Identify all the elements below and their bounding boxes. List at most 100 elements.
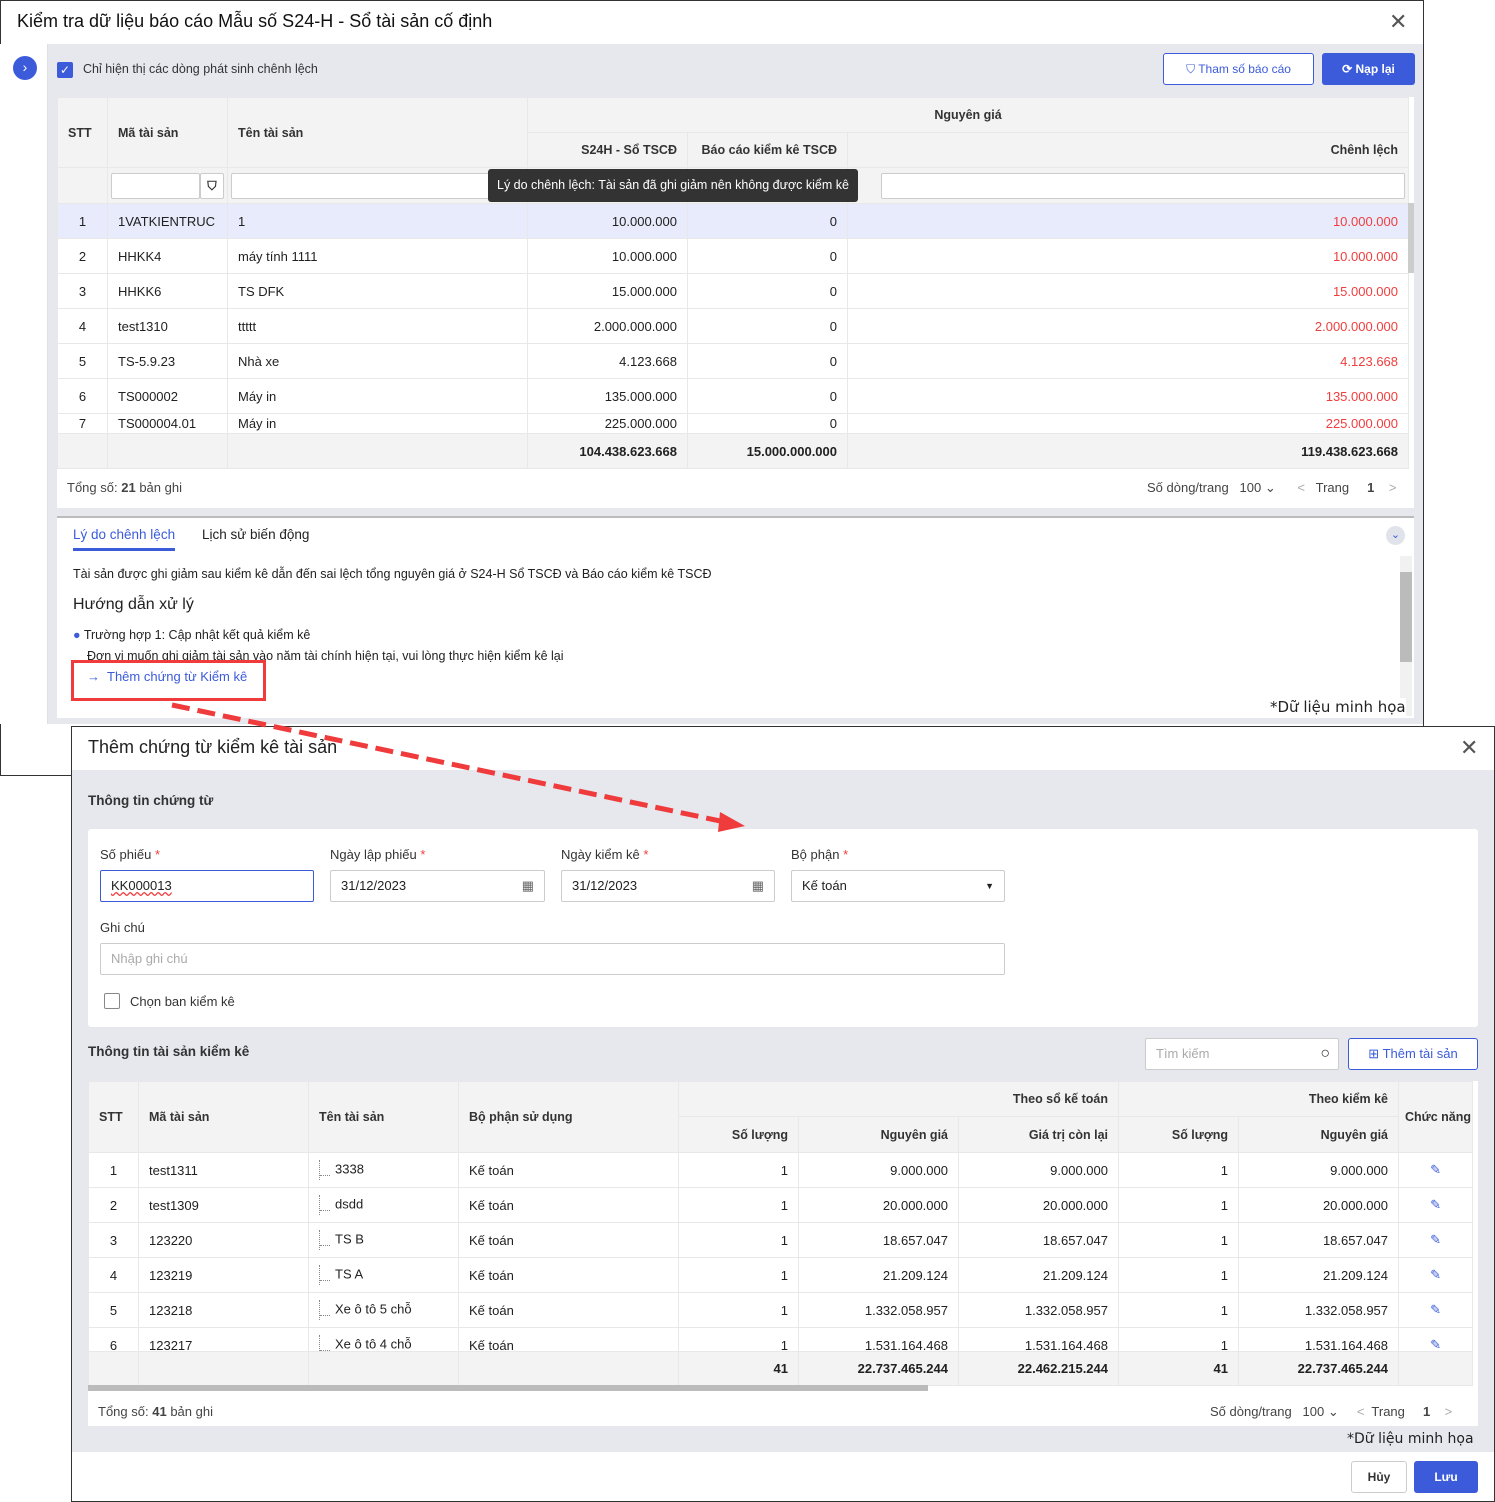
close-icon[interactable]: ✕ [1389,9,1407,35]
calendar-icon[interactable]: ▦ [752,871,764,901]
record-count: Tổng số: 21 bản ghi [67,480,182,495]
ngay-lap-input[interactable]: 31/12/2023 ▦ [330,870,545,902]
row-qty: 1 [678,1187,799,1223]
row-code: TS000004.01 [107,413,228,434]
col-qty: Số lượng [678,1116,799,1153]
table-row[interactable]: 2 HHKK4 máy tính 1111 10.000.000 0 10.000.000 [57,238,1410,274]
search-input[interactable]: Tìm kiếm ○ [1145,1038,1339,1070]
case1: ● Trường hợp 1: Cập nhật kết quả kiểm kê [73,628,311,642]
table-row[interactable]: 3 HHKK6 TS DFK 15.000.000 0 15.000.000 [57,273,1410,309]
row-code: TS000002 [107,378,228,414]
row-qty2: 1 [1118,1187,1239,1223]
page-size-select[interactable]: 100 ⌄ [1303,1404,1339,1419]
asset-grid: STT Mã tài sản Tên tài sản Bộ phận sử dụng T… [88,1081,1478,1393]
row-cost: 20.000.000 [798,1187,959,1223]
prev-page-button[interactable]: < [1357,1404,1365,1419]
row-code: 123220 [138,1222,309,1258]
total-qty2: 41 [1118,1351,1239,1386]
row-s24h: 4.123.668 [527,343,688,379]
row-stt: 7 [57,413,108,434]
code-filter-input[interactable] [111,172,200,199]
page-size-select[interactable]: 100 ⌄ [1240,480,1276,495]
row-qty2: 1 [1118,1257,1239,1293]
table-row[interactable]: 7 TS000004.01 Máy in 225.000.000 0 225.000.00… [57,413,1410,434]
col-dept: Bộ phận sử dụng [458,1081,679,1153]
row-code: test1310 [107,308,228,344]
next-page-button[interactable]: > [1389,480,1397,495]
table-row[interactable]: 2 test1309 dsdd Kế toán 1 20.000.000 20.000.00… [88,1187,1474,1223]
row-remain: 1.332.058.957 [958,1292,1119,1328]
row-code: 123219 [138,1257,309,1293]
row-name: TS DFK [227,273,528,309]
row-name: ttttt [227,308,528,344]
calendar-icon[interactable]: ▦ [522,871,534,901]
row-s24h: 10.000.000 [527,238,688,274]
add-asset-button[interactable]: ⊞ Thêm tài sản [1348,1038,1478,1070]
table-row[interactable]: 1 test1311 3338 Kế toán 1 9.000.000 9.000.000 1… [88,1152,1474,1188]
report-params-button[interactable]: ⛉ Tham số báo cáo [1163,53,1314,85]
save-button[interactable]: Lưu [1414,1461,1478,1493]
table-row[interactable]: 5 TS-5.9.23 Nhà xe 4.123.668 0 4.123.668 [57,343,1410,379]
next-page-button[interactable]: > [1445,1404,1453,1419]
table-row[interactable]: 3 123220 TS B Kế toán 1 18.657.047 18.657.047 1… [88,1222,1474,1258]
row-inventory: 0 [687,413,848,434]
table-row[interactable]: 4 test1310 ttttt 2.000.000.000 0 2.000.000.00… [57,308,1410,344]
row-qty2: 1 [1118,1222,1239,1258]
reload-button[interactable]: ⟳ Nạp lại [1322,53,1415,85]
row-inventory: 0 [687,308,848,344]
table-row[interactable]: 5 123218 Xe ô tô 5 chỗ Kế toán 1 1.332.058.95… [88,1292,1474,1328]
row-diff: 10.000.000 [846,203,1410,239]
so-phieu-input[interactable]: KK000013 [100,870,314,902]
collapse-chevron-icon[interactable]: ⌄ [1386,526,1405,545]
table-row[interactable]: 4 123219 TS A Kế toán 1 21.209.124 21.209.124 1… [88,1257,1474,1293]
col-code: Mã tài sản [138,1081,309,1153]
filter-icon[interactable]: ⛉ [200,172,224,199]
row-stt: 1 [57,203,108,239]
prev-page-button[interactable]: < [1297,480,1305,495]
so-phieu-label: Số phiếu * [100,847,161,862]
tab-history[interactable]: Lịch sử biến động [202,527,309,542]
diff-filter-input[interactable] [881,172,1406,199]
chon-ban-checkbox[interactable] [104,993,120,1009]
row-inventory: 0 [687,343,848,379]
tree-line-icon [319,1265,331,1285]
watermark: *Dữ liệu minh họa [1270,698,1406,716]
total-cost: 22.737.465.244 [798,1351,959,1386]
row-stt: 6 [57,378,108,414]
total-s24h: 104.438.623.668 [527,433,688,469]
plus-square-icon: ⊞ [1368,1046,1383,1061]
edit-icon[interactable]: ✎ [1398,1222,1474,1258]
edit-icon[interactable]: ✎ [1398,1257,1474,1293]
edit-icon[interactable]: ✎ [1398,1292,1474,1328]
tab-diff-reason[interactable]: Lý do chênh lệch [73,527,176,551]
edit-icon[interactable]: ✎ [1398,1152,1474,1188]
total-cost2: 22.737.465.244 [1238,1351,1399,1386]
cancel-button[interactable]: Hủy [1351,1461,1407,1493]
row-dept: Kế toán [458,1292,679,1328]
horizontal-scrollbar[interactable] [88,1385,928,1391]
row-inventory: 0 [687,203,848,239]
row-name: 1 [227,203,528,239]
close-icon[interactable]: ✕ [1460,735,1478,761]
row-code: test1309 [138,1187,309,1223]
bo-phan-select[interactable]: Kế toán ▼ [791,870,1005,902]
ngay-kk-input[interactable]: 31/12/2023 ▦ [561,870,775,902]
edit-icon[interactable]: ✎ [1398,1187,1474,1223]
grid-scrollbar[interactable] [1408,203,1414,273]
row-cost2: 18.657.047 [1237,1222,1400,1258]
row-cost: 9.000.000 [798,1152,959,1188]
table-row[interactable]: 1 1VATKIENTRUC 1 10.000.000 0 10.000.000 [57,203,1410,239]
row-remain: 18.657.047 [958,1222,1119,1258]
show-diff-checkbox[interactable]: ✓ [57,62,73,78]
expand-sidebar-button[interactable]: › [13,56,37,80]
row-code: HHKK6 [107,273,228,309]
detail-scrollbar[interactable] [1400,556,1412,716]
total-remain: 22.462.215.244 [958,1351,1119,1386]
row-diff: 10.000.000 [846,238,1410,274]
name-filter-input[interactable] [231,172,524,199]
col-diff: Chênh lệch [846,132,1410,168]
reason-text: Tài sản được ghi giảm sau kiểm kê dẫn đế… [73,567,712,581]
table-row[interactable]: 6 TS000002 Máy in 135.000.000 0 135.000.000 [57,378,1410,414]
ghi-chu-input[interactable]: Nhập ghi chú [100,943,1005,975]
search-icon[interactable]: ○ [1320,1039,1330,1069]
